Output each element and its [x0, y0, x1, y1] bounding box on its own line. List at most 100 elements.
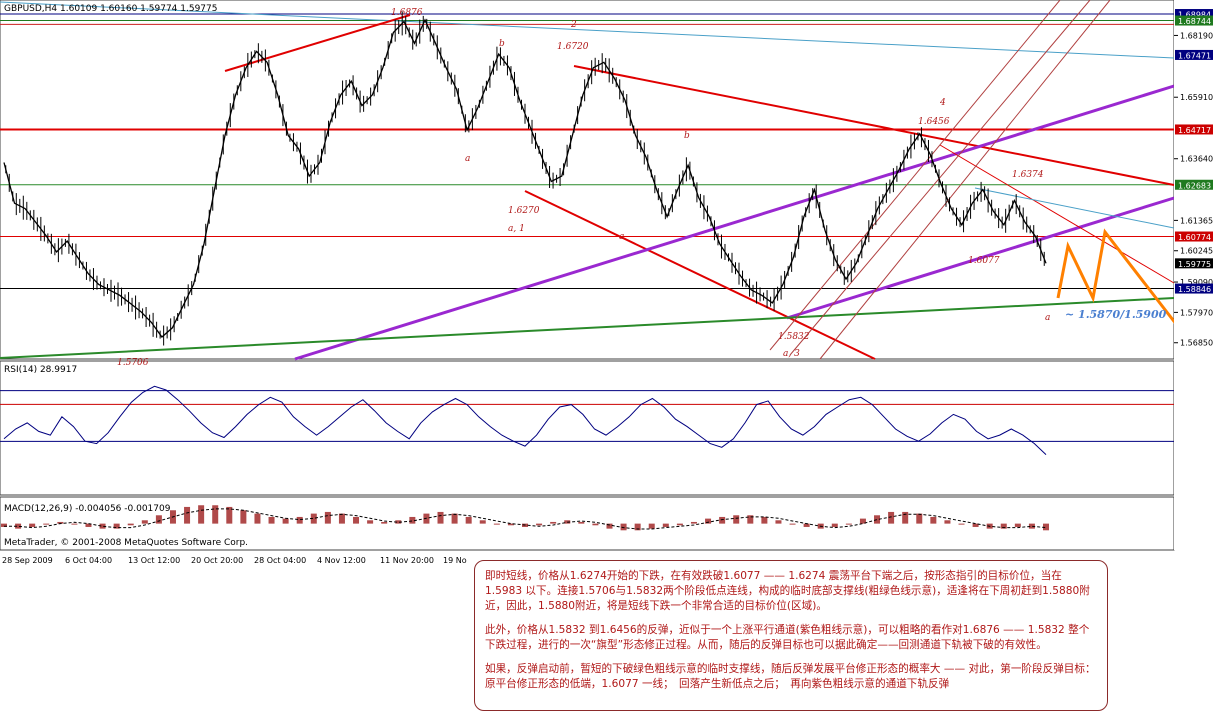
analysis-note: 即时短线，价格从1.6274开始的下跌，在有效跌破1.6077 —— 1.627…: [474, 560, 1108, 711]
chart-annotation: 2: [570, 20, 577, 30]
x-tick-label: 20 Oct 20:00: [191, 556, 243, 565]
chart-annotation: b: [684, 131, 690, 141]
y-tick-label: 1.63640: [1180, 155, 1213, 164]
macd-bar: [662, 523, 669, 527]
chart-annotation: 4: [939, 98, 946, 108]
rsi-title: RSI(14) 28.9917: [4, 365, 77, 375]
chart-annotation: 1.6720: [557, 42, 589, 52]
time-axis: 28 Sep 2009 6 Oct 04:00 13 Oct 12:00 20 Oct…: [2, 556, 467, 565]
rsi-panel: [0, 360, 1175, 496]
macd-bar: [592, 523, 599, 526]
macd-bar: [789, 523, 796, 525]
macd-bar: [648, 523, 655, 529]
macd-bar: [1014, 523, 1021, 527]
macd-bar: [493, 523, 500, 525]
chart-annotation: 1.6374: [1012, 170, 1044, 180]
macd-bar: [184, 506, 191, 524]
macd-bar: [338, 513, 345, 524]
macd-bar: [198, 505, 205, 524]
y-tick-label: 1.68190: [1180, 31, 1213, 40]
macd-bar: [705, 518, 712, 524]
macd-bar: [578, 521, 585, 524]
x-tick-label: 4 Nov 12:00: [317, 556, 366, 565]
macd-bar: [381, 521, 388, 524]
chart-annotation: 1.6876: [391, 8, 423, 18]
note-paragraph-1: 即时短线，价格从1.6274开始的下跌，在有效跌破1.6077 —— 1.627…: [485, 570, 1090, 612]
x-tick-label: 19 No: [443, 556, 467, 565]
chart-annotation: a: [1045, 313, 1050, 323]
chart-annotation: 1.5832: [778, 332, 810, 342]
x-tick-label: 11 Nov 20:00: [380, 556, 434, 565]
axis-background: [1174, 0, 1213, 550]
macd-title: MACD(12,26,9) -0.004056 -0.001709: [4, 504, 171, 514]
macd-bar: [944, 520, 951, 524]
chart-annotation: 1.6270: [508, 206, 540, 216]
note-paragraph-3: 如果，反弹启动前，暂短的下破绿色粗线示意的临时支撑线，随后反弹发展平台修正形态的…: [485, 663, 1096, 690]
x-tick-label: 6 Oct 04:00: [65, 556, 112, 565]
macd-bar: [437, 511, 444, 524]
macd-bar: [761, 516, 768, 524]
macd-bar: [958, 523, 965, 525]
macd-bar: [451, 513, 458, 524]
macd-bar: [803, 523, 810, 527]
macd-bar: [296, 516, 303, 524]
macd-bar: [550, 521, 557, 524]
x-tick-label: 28 Oct 04:00: [254, 556, 306, 565]
chart-annotation: a, 3: [783, 349, 800, 359]
macd-bar: [465, 516, 472, 524]
chart-annotation: a, 1: [508, 224, 525, 234]
macd-bar: [831, 523, 838, 527]
macd-bar: [141, 520, 148, 524]
macd-bar: [324, 511, 331, 524]
chart-annotation: 1.6456: [918, 117, 950, 127]
macd-bar: [479, 520, 486, 524]
y-tick-label: 1.60245: [1180, 247, 1213, 256]
y-tick-label: 1.57970: [1180, 308, 1213, 317]
macd-bar: [845, 523, 852, 525]
price-tag-label: 1.68744: [1178, 17, 1211, 26]
macd-bar: [240, 510, 247, 524]
x-tick-label: 13 Oct 12:00: [128, 556, 180, 565]
chart-title: GBPUSD,H4 1.60109 1.60160 1.59774 1.5977…: [4, 4, 217, 14]
y-tick-label: 1.61365: [1180, 216, 1213, 225]
macd-bar: [127, 523, 134, 526]
macd-bar: [690, 521, 697, 524]
target-label: ~ 1.5870/1.5900: [1065, 308, 1167, 321]
macd-bar: [902, 511, 909, 524]
macd-bar: [282, 518, 289, 524]
macd-bar: [536, 523, 543, 526]
y-tick-label: 1.56850: [1180, 339, 1213, 348]
macd-bar: [930, 516, 937, 524]
macd-bar: [733, 515, 740, 524]
macd-bar: [367, 520, 374, 524]
macd-bar: [29, 523, 36, 527]
note-paragraph-2: 此外，价格从1.5832 到1.6456的反弹，近似于一个上涨平行通道(紫色粗线…: [485, 624, 1090, 651]
price-tag-label: 1.64717: [1178, 126, 1211, 135]
price-tag-label: 1.60774: [1178, 233, 1211, 242]
macd-bar: [212, 505, 219, 524]
macd-bar: [268, 516, 275, 524]
price-axis: 1.681901.659101.636401.613651.602451.590…: [1174, 0, 1213, 550]
macd-bar: [719, 516, 726, 524]
macd-bar: [353, 516, 360, 524]
macd-bar: [155, 515, 162, 524]
price-tag-label: 1.59775: [1178, 260, 1211, 269]
macd-bar: [676, 523, 683, 526]
copyright-text: MetaTrader, © 2001-2008 MetaQuotes Softw…: [4, 538, 248, 548]
price-tag-label: 1.67471: [1178, 51, 1211, 60]
chart-annotation: a: [465, 154, 470, 164]
chart-annotation: a: [619, 232, 624, 242]
macd-bar: [620, 523, 627, 531]
macd-bar: [775, 520, 782, 524]
macd-bar: [916, 513, 923, 524]
price-tag-label: 1.62683: [1178, 181, 1211, 190]
price-tag-label: 1.58846: [1178, 285, 1211, 294]
chart-annotation: 1.5706: [117, 358, 149, 368]
x-tick-label: 28 Sep 2009: [2, 556, 53, 565]
chart-annotation: b: [499, 39, 505, 49]
chart-annotation: 1.6077: [968, 256, 1000, 266]
y-tick-label: 1.65910: [1180, 93, 1213, 102]
macd-bar: [254, 513, 261, 524]
macd-bar: [43, 523, 50, 525]
macd-bar: [71, 523, 78, 525]
